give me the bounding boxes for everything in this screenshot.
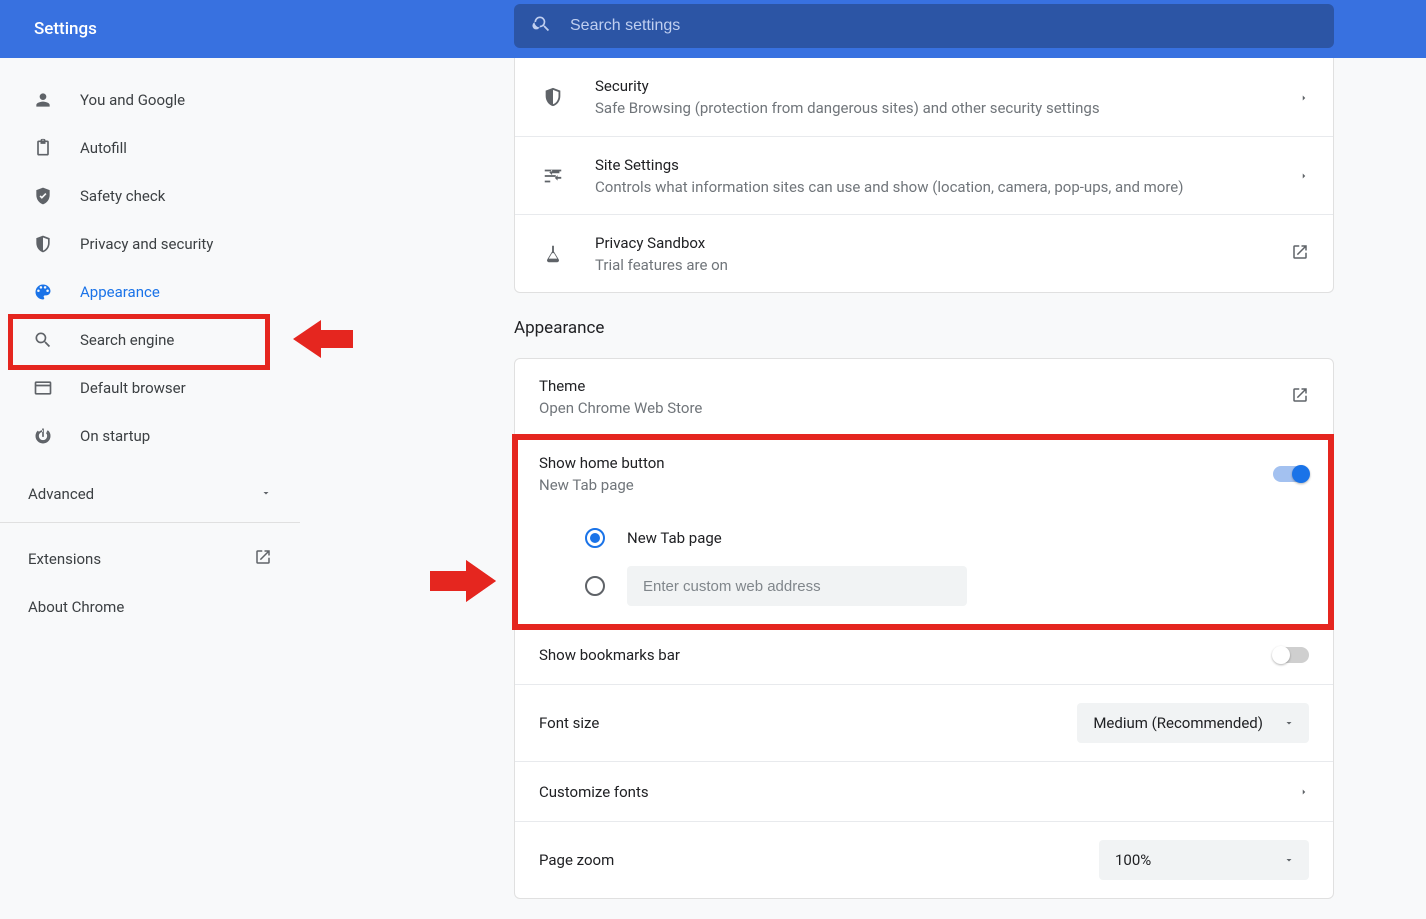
- clipboard-icon: [32, 138, 54, 158]
- sidebar-item-label: On startup: [80, 427, 150, 445]
- row-subtitle: Open Chrome Web Store: [539, 399, 1291, 417]
- sidebar-item-privacy-security[interactable]: Privacy and security: [0, 220, 300, 268]
- search-icon: [532, 14, 552, 38]
- sidebar-item-label: Appearance: [80, 283, 160, 301]
- input-custom-home-address[interactable]: [627, 566, 967, 606]
- toggle-show-home-button[interactable]: [1273, 466, 1309, 482]
- search-settings-container[interactable]: [514, 4, 1334, 48]
- row-title: Font size: [539, 714, 1077, 732]
- browser-icon: [32, 378, 54, 398]
- row-theme[interactable]: Theme Open Chrome Web Store: [515, 359, 1333, 435]
- appearance-card: Theme Open Chrome Web Store Show home bu…: [514, 358, 1334, 899]
- open-external-icon: [254, 548, 272, 570]
- chevron-right-icon: [1299, 166, 1309, 185]
- sidebar-link-label: Extensions: [28, 550, 101, 568]
- main-content: Security Safe Browsing (protection from …: [300, 58, 1426, 919]
- row-security[interactable]: Security Safe Browsing (protection from …: [515, 58, 1333, 136]
- row-title: Privacy Sandbox: [595, 234, 1263, 252]
- sidebar-item-label: Default browser: [80, 379, 186, 397]
- row-title: Theme: [539, 377, 1291, 395]
- chevron-down-icon: [1283, 854, 1295, 866]
- sidebar-link-extensions[interactable]: Extensions: [0, 535, 300, 583]
- row-show-bookmarks-bar: Show bookmarks bar: [515, 624, 1333, 684]
- sidebar-item-label: Privacy and security: [80, 235, 213, 253]
- privacy-card: Security Safe Browsing (protection from …: [514, 58, 1334, 293]
- row-site-settings[interactable]: Site Settings Controls what information …: [515, 136, 1333, 214]
- select-value: 100%: [1115, 851, 1263, 869]
- row-privacy-sandbox[interactable]: Privacy Sandbox Trial features are on: [515, 214, 1333, 292]
- sidebar-item-autofill[interactable]: Autofill: [0, 124, 300, 172]
- open-external-icon: [1291, 386, 1309, 408]
- sidebar-item-safety-check[interactable]: Safety check: [0, 172, 300, 220]
- sidebar-item-on-startup[interactable]: On startup: [0, 412, 300, 460]
- power-icon: [32, 426, 54, 446]
- search-icon: [32, 330, 54, 350]
- row-font-size: Font size Medium (Recommended): [515, 684, 1333, 761]
- row-show-home-button: Show home button New Tab page New Tab pa…: [515, 435, 1333, 624]
- sidebar-link-label: About Chrome: [28, 598, 124, 616]
- sidebar-advanced-label: Advanced: [28, 485, 94, 503]
- row-subtitle: Trial features are on: [595, 256, 1263, 274]
- open-external-icon: [1291, 243, 1309, 265]
- section-heading-appearance: Appearance: [514, 318, 604, 338]
- radio-new-tab-page[interactable]: [585, 528, 605, 548]
- radio-label: New Tab page: [627, 529, 722, 547]
- sidebar: You and Google Autofill Safety check Pri…: [0, 58, 300, 919]
- app-title: Settings: [34, 19, 97, 39]
- sidebar-item-label: Safety check: [80, 187, 165, 205]
- sidebar-item-appearance[interactable]: Appearance: [0, 268, 300, 316]
- shield-icon: [32, 234, 54, 254]
- row-page-zoom: Page zoom 100%: [515, 821, 1333, 898]
- radio-custom-address[interactable]: [585, 576, 605, 596]
- select-value: Medium (Recommended): [1093, 714, 1263, 732]
- sidebar-divider: [0, 522, 300, 523]
- flask-icon: [539, 243, 567, 265]
- sidebar-link-about[interactable]: About Chrome: [0, 583, 300, 631]
- row-subtitle: New Tab page: [539, 476, 1273, 494]
- row-subtitle: Safe Browsing (protection from dangerous…: [595, 99, 1271, 117]
- sidebar-item-you-and-google[interactable]: You and Google: [0, 76, 300, 124]
- chevron-right-icon: [1299, 782, 1309, 801]
- chevron-down-icon: [260, 485, 272, 503]
- row-title: Show bookmarks bar: [539, 646, 1273, 664]
- row-title: Show home button: [539, 454, 1273, 472]
- sidebar-item-default-browser[interactable]: Default browser: [0, 364, 300, 412]
- row-title: Security: [595, 77, 1271, 95]
- row-title: Customize fonts: [539, 783, 1299, 801]
- sidebar-item-label: You and Google: [80, 91, 185, 109]
- sidebar-item-search-engine[interactable]: Search engine: [0, 316, 300, 364]
- palette-icon: [32, 282, 54, 302]
- row-title: Site Settings: [595, 156, 1271, 174]
- toggle-show-bookmarks-bar[interactable]: [1273, 647, 1309, 663]
- security-icon: [539, 86, 567, 108]
- row-customize-fonts[interactable]: Customize fonts: [515, 761, 1333, 821]
- row-subtitle: Controls what information sites can use …: [595, 178, 1271, 196]
- tune-icon: [539, 165, 567, 187]
- shield-check-icon: [32, 186, 54, 206]
- chevron-down-icon: [1283, 717, 1295, 729]
- select-page-zoom[interactable]: 100%: [1099, 840, 1309, 880]
- select-font-size[interactable]: Medium (Recommended): [1077, 703, 1309, 743]
- sidebar-item-label: Autofill: [80, 139, 127, 157]
- sidebar-advanced-toggle[interactable]: Advanced: [0, 470, 300, 518]
- sidebar-item-label: Search engine: [80, 331, 174, 349]
- chevron-right-icon: [1299, 88, 1309, 107]
- person-icon: [32, 90, 54, 110]
- row-title: Page zoom: [539, 851, 1099, 869]
- search-input[interactable]: [570, 17, 1316, 35]
